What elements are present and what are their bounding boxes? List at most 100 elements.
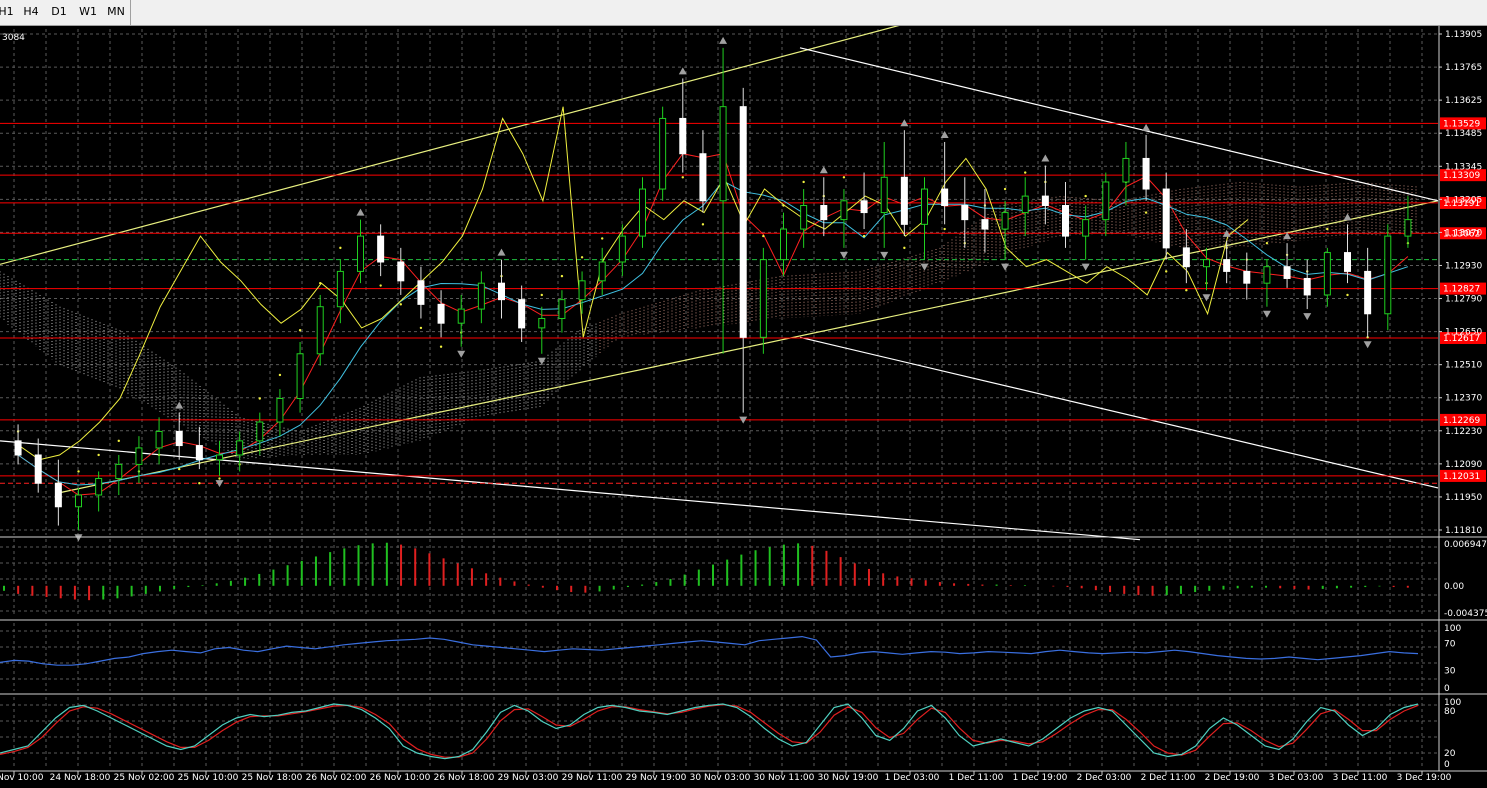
candle-body — [1021, 195, 1029, 214]
kijun-line — [17, 180, 1409, 486]
sar-dot — [319, 281, 322, 285]
sar-dot — [802, 180, 805, 184]
fractal-up-marker — [1041, 154, 1050, 162]
sar-dot — [601, 237, 604, 240]
level-label: 1.13309 — [1443, 171, 1480, 181]
candle-body — [538, 317, 546, 329]
candle-body — [558, 299, 566, 319]
sar-dot — [762, 234, 765, 238]
timeframe-button-h1[interactable]: H1 — [0, 2, 16, 22]
sar-dot — [903, 246, 906, 250]
fractal-down-marker — [1262, 310, 1271, 318]
fractal-up-marker — [1142, 123, 1151, 131]
sar-dot — [1346, 293, 1349, 297]
sar-dot — [258, 397, 261, 400]
price-axis-label: 1.11950 — [1445, 493, 1482, 503]
time-axis-label: 30 Nov 03:00 — [690, 773, 751, 783]
candle-body — [397, 261, 405, 282]
fractal-down-marker — [920, 263, 929, 271]
candle-body — [316, 306, 324, 355]
macd_panel-axis-label: 0.00 — [1444, 582, 1464, 592]
sar-dot — [943, 227, 946, 231]
candle-body — [1102, 181, 1110, 221]
sar-dot — [1165, 270, 1168, 273]
macd-histogram — [3, 542, 1409, 601]
sar-dot — [77, 470, 80, 473]
price-axis-label: 1.12370 — [1445, 394, 1482, 404]
sar-dot — [399, 303, 402, 306]
candle-body — [598, 261, 606, 282]
sar-dot — [782, 204, 785, 207]
candle-body — [417, 280, 425, 305]
timeframe-button-w1[interactable]: W1 — [76, 2, 100, 22]
chikou-line — [18, 106, 1249, 461]
candle-body — [981, 219, 989, 230]
candle-body — [95, 478, 103, 496]
candle-body — [1243, 270, 1251, 284]
sar-dot — [681, 176, 684, 179]
price-axis-label: 1.12790 — [1445, 295, 1482, 305]
price-chart[interactable]: 1.135291.133091.131911.130621.128271.126… — [0, 26, 1487, 788]
timeframe-button-mn[interactable]: MN — [104, 2, 128, 22]
rsi-indicator — [0, 635, 1419, 666]
level-label: 1.12827 — [1443, 285, 1480, 295]
price-axis-label: 1.11810 — [1445, 526, 1482, 536]
candle-body — [54, 482, 62, 508]
price-axis-label: 1.13070 — [1445, 228, 1482, 238]
trendlines — [0, 26, 1439, 541]
time-axis-label: 2 Dec 19:00 — [1205, 773, 1260, 783]
candle-body — [719, 106, 727, 202]
candle-body — [357, 235, 364, 272]
timeframe-toolbar: H1 H4 D1 W1 MN — [0, 0, 1487, 26]
sar-dot — [1326, 227, 1329, 231]
stoch_panel-axis-label: 0 — [1444, 760, 1450, 770]
time-axis-label: 29 Nov 11:00 — [562, 773, 623, 783]
time-axis-label: 25 Nov 02:00 — [114, 773, 175, 783]
price-axis-label: 1.12510 — [1445, 361, 1482, 371]
sar-dot — [339, 246, 342, 250]
candle-body — [780, 228, 787, 261]
candle-body — [880, 176, 888, 214]
candle-body — [135, 447, 143, 465]
sar-dot — [298, 329, 302, 332]
candle-body — [115, 463, 123, 480]
candle-body — [437, 303, 445, 324]
price-axis-label: 1.13765 — [1445, 63, 1482, 73]
fractal-down-marker — [880, 251, 889, 259]
candle-body — [216, 454, 223, 461]
candle-body — [1364, 270, 1372, 315]
ichimoku-cloud — [0, 181, 1417, 460]
timeframe-button-d1[interactable]: D1 — [48, 2, 70, 22]
price-axis-label: 1.12930 — [1445, 261, 1482, 271]
sar-dot — [1185, 289, 1188, 292]
candle-body — [1404, 219, 1412, 237]
rsi_panel-axis-label: 30 — [1444, 667, 1456, 677]
trendline — [799, 336, 1439, 489]
candle-body — [659, 117, 667, 190]
timeframe-button-h4[interactable]: H4 — [20, 2, 42, 22]
candle-body — [1162, 188, 1170, 249]
candle-body — [961, 205, 969, 221]
price-axes: 1.13905 1.13765 1.13625 1.13485 1.13345 1.132… — [1439, 30, 1487, 770]
fractal-down-marker — [839, 251, 848, 259]
time-axis-label: 30 Nov 11:00 — [754, 773, 815, 783]
sar-dot — [218, 477, 221, 480]
sar-dot — [1265, 241, 1269, 245]
time-axis-label: 25 Nov 10:00 — [178, 773, 239, 783]
sar-dot — [278, 373, 282, 377]
time-axis-label: 2 Dec 03:00 — [1077, 773, 1132, 783]
trendline — [0, 440, 1141, 541]
price-axis-label: 1.13485 — [1445, 129, 1482, 139]
sar-dot — [1084, 194, 1087, 198]
price-axis-label: 1.12090 — [1445, 460, 1482, 470]
candle-body — [336, 270, 344, 308]
fractal-down-marker — [537, 357, 546, 365]
candle-body — [1142, 157, 1150, 190]
fractal-down-marker — [1303, 313, 1312, 321]
sar-dot — [540, 293, 543, 297]
price-axis-label: 1.13205 — [1445, 195, 1482, 205]
candle-body — [618, 235, 626, 263]
price-axis-label: 1.12650 — [1445, 328, 1482, 338]
sar-dot — [117, 439, 120, 443]
candle-body — [1263, 266, 1271, 284]
